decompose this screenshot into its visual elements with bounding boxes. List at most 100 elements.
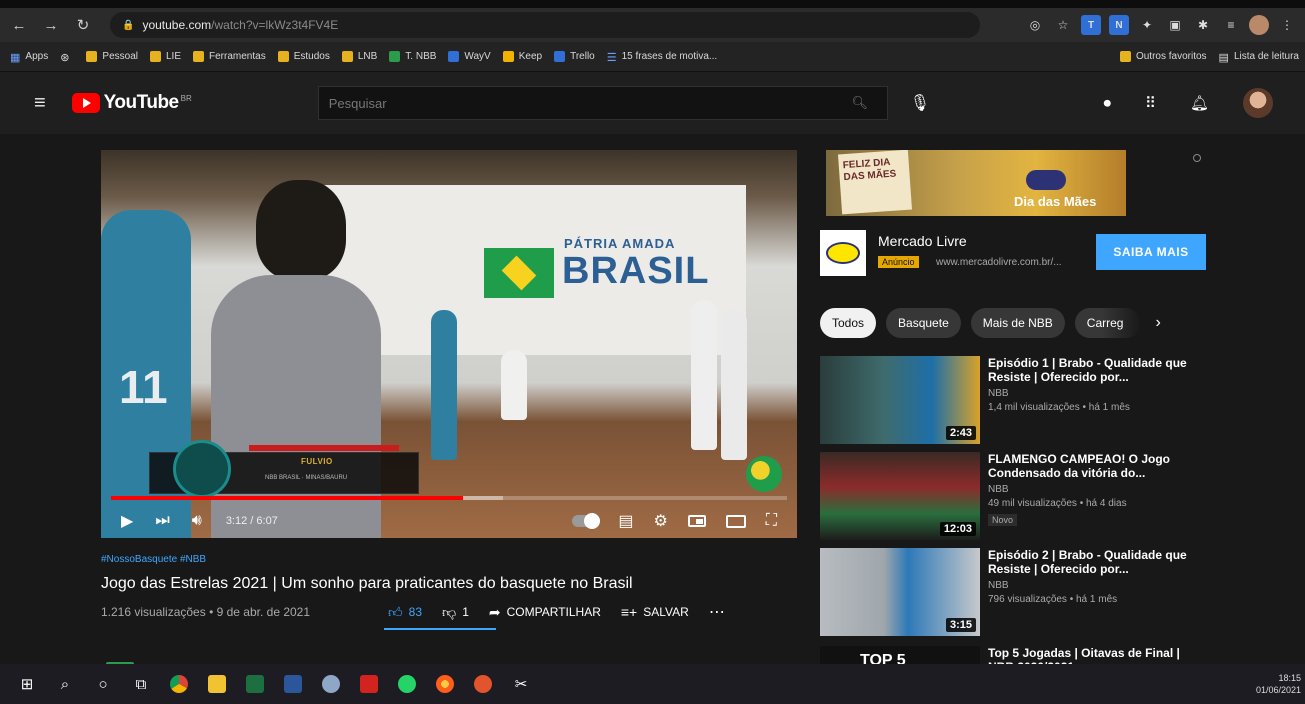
list-item[interactable]: 12:03 FLAMENGO CAMPEAO! O Jogo Condensad… bbox=[820, 452, 1200, 542]
advertiser-name[interactable]: Mercado Livre bbox=[878, 233, 967, 249]
autoplay-toggle[interactable] bbox=[572, 513, 601, 529]
bookmark-trello[interactable]: Trello bbox=[554, 51, 595, 62]
search-input[interactable] bbox=[328, 95, 833, 111]
chip-basquete[interactable]: Basquete bbox=[886, 308, 961, 338]
site-icon: ☰ bbox=[606, 52, 617, 64]
bookmark-frases[interactable]: ☰ 15 frases de motiva... bbox=[606, 51, 717, 64]
youtube-logo[interactable]: YouTube BR bbox=[71, 92, 192, 114]
video-thumbnail[interactable]: 2:43 bbox=[820, 356, 980, 444]
video-hashtags[interactable]: #NossoBasquete #NBB bbox=[101, 554, 206, 565]
bookmarks-bar: ▦ Apps ⊛ Pessoal LIE Ferramentas Estudos … bbox=[0, 42, 1305, 72]
bookmark-pessoal[interactable]: Pessoal bbox=[86, 51, 138, 62]
bookmark-estudos[interactable]: Estudos bbox=[277, 51, 330, 62]
theater-mode-icon[interactable] bbox=[725, 514, 746, 528]
saiba-mais-button[interactable]: SAIBA MAIS bbox=[1096, 234, 1206, 270]
reading-list-icon[interactable]: ≡ bbox=[1221, 15, 1241, 35]
whatsapp-icon[interactable] bbox=[388, 664, 426, 704]
bookmark-ferramentas[interactable]: Ferramentas bbox=[193, 51, 266, 62]
more-actions-icon[interactable]: ⋯ bbox=[709, 602, 725, 622]
bookmark-keep[interactable]: Keep bbox=[502, 51, 542, 62]
kebab-menu-icon[interactable]: ⋮ bbox=[1277, 15, 1297, 35]
bookmark-lnb[interactable]: LNB bbox=[341, 51, 377, 62]
chevron-right-icon[interactable]: › bbox=[1155, 314, 1160, 332]
subtitles-icon[interactable]: ▤ bbox=[618, 511, 633, 531]
url-bar[interactable]: 🔒 youtube.com/watch?v=lkWz3t4FV4E bbox=[110, 12, 980, 38]
bookmark-star-icon[interactable]: ☆ bbox=[1053, 15, 1073, 35]
cortana-icon[interactable]: ○ bbox=[84, 664, 122, 704]
reload-icon[interactable]: ↻ bbox=[70, 12, 96, 38]
chip-mais-de-nbb[interactable]: Mais de NBB bbox=[970, 308, 1065, 338]
back-icon[interactable]: ← bbox=[6, 12, 32, 38]
rec-channel[interactable]: NBB bbox=[988, 580, 1009, 591]
acrobat-icon[interactable] bbox=[350, 664, 388, 704]
rec-title[interactable]: Episódio 1 | Brabo - Qualidade que Resis… bbox=[988, 356, 1188, 384]
thumbs-up-icon: 👍︎ bbox=[388, 603, 403, 620]
chip-todos[interactable]: Todos bbox=[820, 308, 877, 338]
bookmark-lie[interactable]: LIE bbox=[150, 51, 181, 62]
next-icon[interactable]: ⏭ bbox=[155, 512, 169, 530]
google-lens-icon[interactable]: ◎ bbox=[1025, 15, 1045, 35]
fullscreen-icon[interactable]: ⛶ bbox=[766, 512, 777, 530]
apps-grid-icon[interactable]: ⠿ bbox=[1145, 94, 1156, 112]
search-icon[interactable]: 🔍︎ bbox=[833, 87, 887, 119]
snipping-tool-icon[interactable]: ✂ bbox=[502, 664, 540, 704]
word-icon[interactable] bbox=[274, 664, 312, 704]
lock-icon: 🔒 bbox=[122, 19, 135, 31]
rec-channel[interactable]: NBB bbox=[988, 388, 1009, 399]
bookmark-lista-leitura[interactable]: ▤ Lista de leitura bbox=[1219, 51, 1299, 64]
task-view-icon[interactable]: ⧉ bbox=[122, 664, 160, 704]
search-icon[interactable]: ⌕ bbox=[46, 664, 84, 704]
windows-start-icon[interactable]: ⊞ bbox=[8, 664, 46, 704]
volume-icon[interactable]: 🔊︎ bbox=[192, 512, 202, 530]
bookmark-wayv[interactable]: WayV bbox=[448, 51, 491, 62]
file-explorer-icon[interactable] bbox=[198, 664, 236, 704]
hamburger-menu-icon[interactable]: ≡ bbox=[34, 92, 46, 115]
puzzle-icon[interactable]: ✱ bbox=[1193, 15, 1213, 35]
extension-icon-2[interactable]: ▣ bbox=[1165, 15, 1185, 35]
rec-title[interactable]: FLAMENGO CAMPEAO! O Jogo Condensado da v… bbox=[988, 452, 1188, 480]
progress-bar[interactable] bbox=[111, 496, 787, 500]
bookmark-outros[interactable]: Outros favoritos bbox=[1119, 51, 1207, 62]
notifications-bell-icon[interactable]: 🔔︎ bbox=[1190, 94, 1209, 112]
profile-avatar[interactable] bbox=[1249, 15, 1269, 35]
rec-title[interactable]: Episódio 2 | Brabo - Qualidade que Resis… bbox=[988, 548, 1188, 576]
miniplayer-icon[interactable] bbox=[687, 515, 706, 527]
dislike-button[interactable]: 👎︎ 1 bbox=[442, 604, 469, 621]
news-extension-icon[interactable]: N bbox=[1109, 15, 1129, 35]
bookmark-icon-only[interactable]: ⊛ bbox=[60, 51, 74, 64]
list-item[interactable]: 3:15 Episódio 2 | Brabo - Qualidade que … bbox=[820, 548, 1200, 638]
firefox-icon[interactable] bbox=[426, 664, 464, 704]
video-thumbnail[interactable]: TOP 5 bbox=[820, 646, 980, 664]
bookmark-tnbb[interactable]: T. NBB bbox=[389, 51, 436, 62]
account-avatar[interactable] bbox=[1243, 88, 1273, 118]
referee-figure bbox=[691, 300, 717, 450]
create-video-icon[interactable]: ⏺ bbox=[1103, 95, 1111, 112]
ad-banner-image[interactable]: FELIZ DIA DAS MÃES Dia das Mães bbox=[826, 150, 1126, 216]
list-item[interactable]: TOP 5 Top 5 Jogadas | Oitavas de Final |… bbox=[820, 646, 1200, 664]
chrome-icon[interactable] bbox=[160, 664, 198, 704]
media-player-icon[interactable] bbox=[464, 664, 502, 704]
clock-time: 18:15 bbox=[1278, 673, 1301, 683]
video-thumbnail[interactable]: 3:15 bbox=[820, 548, 980, 636]
system-clock[interactable]: 18:15 01/06/2021 bbox=[1256, 672, 1305, 696]
ad-info-icon[interactable] bbox=[1193, 154, 1201, 162]
microphone-icon[interactable]: 🎙︎ bbox=[910, 93, 930, 113]
share-button[interactable]: ➦ COMPARTILHAR bbox=[489, 604, 601, 621]
like-button[interactable]: 👍︎ 83 bbox=[388, 604, 422, 621]
bookmark-apps[interactable]: ▦ Apps bbox=[10, 51, 48, 64]
video-thumbnail[interactable]: 12:03 bbox=[820, 452, 980, 540]
extension-icon[interactable]: ✦ bbox=[1137, 15, 1157, 35]
list-item[interactable]: 2:43 Episódio 1 | Brabo - Qualidade que … bbox=[820, 356, 1200, 446]
paint-icon[interactable] bbox=[312, 664, 350, 704]
play-icon[interactable]: ▶ bbox=[121, 511, 133, 531]
chip-carregados[interactable]: Carreg bbox=[1074, 308, 1142, 338]
rec-title[interactable]: Top 5 Jogadas | Oitavas de Final | NBB 2… bbox=[988, 646, 1188, 664]
save-button[interactable]: ≡+ SALVAR bbox=[621, 604, 689, 620]
trello-extension-icon[interactable]: T bbox=[1081, 15, 1101, 35]
video-player[interactable]: PÁTRIA AMADA BRASIL 11 FULVIO NBB BRASIL… bbox=[101, 150, 797, 538]
rec-channel[interactable]: NBB bbox=[988, 484, 1009, 495]
excel-icon[interactable] bbox=[236, 664, 274, 704]
advertiser-logo[interactable] bbox=[820, 230, 866, 276]
settings-gear-icon[interactable]: ⚙ bbox=[653, 511, 667, 531]
forward-icon[interactable]: → bbox=[38, 12, 64, 38]
